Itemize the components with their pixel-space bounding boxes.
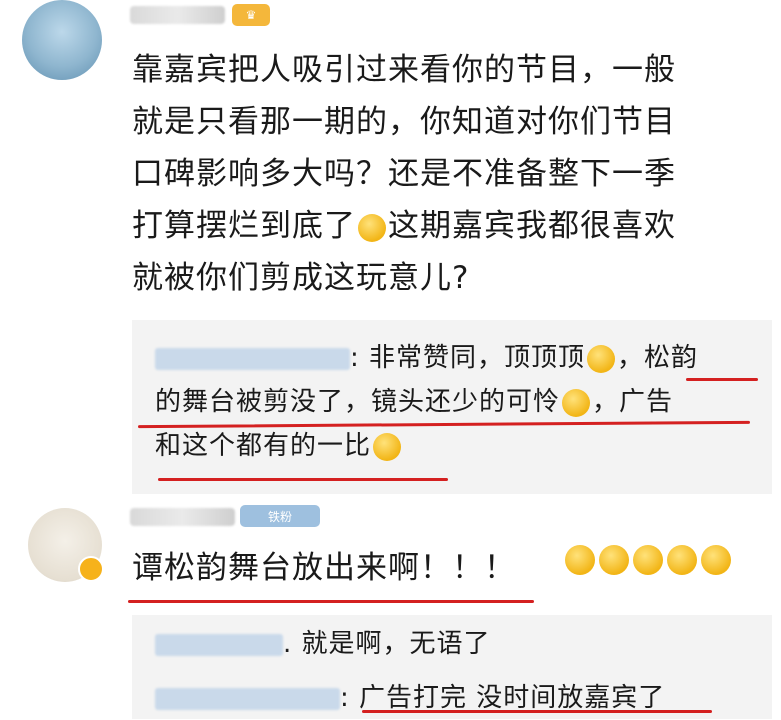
grin-emoji-icon	[633, 545, 663, 575]
thinking-emoji-icon	[358, 213, 386, 242]
grin-emoji-icon	[701, 545, 731, 575]
username-blurred[interactable]	[130, 6, 225, 24]
comment-line: 打算摆烂到底了 这期嘉宾我都很喜欢	[132, 208, 676, 244]
comment-line: 靠嘉宾把人吸引过来看你的节目，一般	[132, 52, 676, 88]
emoji-row	[565, 545, 735, 579]
reply-username-blurred[interactable]	[155, 347, 350, 370]
giggle-emoji-icon	[373, 432, 402, 461]
grin-emoji-icon	[599, 545, 629, 575]
username-blurred[interactable]	[130, 508, 235, 526]
reply-username-blurred[interactable]	[155, 633, 283, 656]
sad-emoji-icon	[587, 344, 616, 373]
user-avatar[interactable]	[22, 0, 102, 80]
comment-line: 就是只看那一期的，你知道对你们节目	[132, 104, 676, 140]
reply: . 就是啊，无语了	[155, 622, 491, 666]
verified-badge-icon	[78, 556, 104, 582]
highlight-underline	[686, 378, 758, 381]
reply: : 非常赞同，顶顶顶 ，松韵 的舞台被剪没了，镜头还少的可怜 ，广告 和这个都有的一…	[155, 343, 699, 461]
highlight-underline	[158, 478, 448, 481]
fan-level-badge: ♛	[232, 4, 270, 26]
comment-text: 靠嘉宾把人吸引过来看你的节目，一般 就是只看那一期的，你知道对你们节目 口碑影响…	[132, 44, 752, 304]
comment-text: 谭松韵舞台放出来啊！！！	[132, 550, 516, 586]
reply-username-blurred[interactable]	[155, 687, 340, 710]
grin-emoji-icon	[667, 545, 697, 575]
reply: : 广告打完 没时间放嘉宾了	[155, 676, 665, 720]
comment-line: 口碑影响多大吗？还是不准备整下一季	[132, 156, 676, 192]
comment-line: 就被你们剪成这玩意儿?	[132, 260, 470, 296]
crying-emoji-icon	[562, 388, 591, 417]
highlight-underline	[128, 600, 534, 603]
fan-badge: 铁粉	[240, 505, 320, 527]
highlight-underline	[362, 710, 712, 713]
grin-emoji-icon	[565, 545, 595, 575]
